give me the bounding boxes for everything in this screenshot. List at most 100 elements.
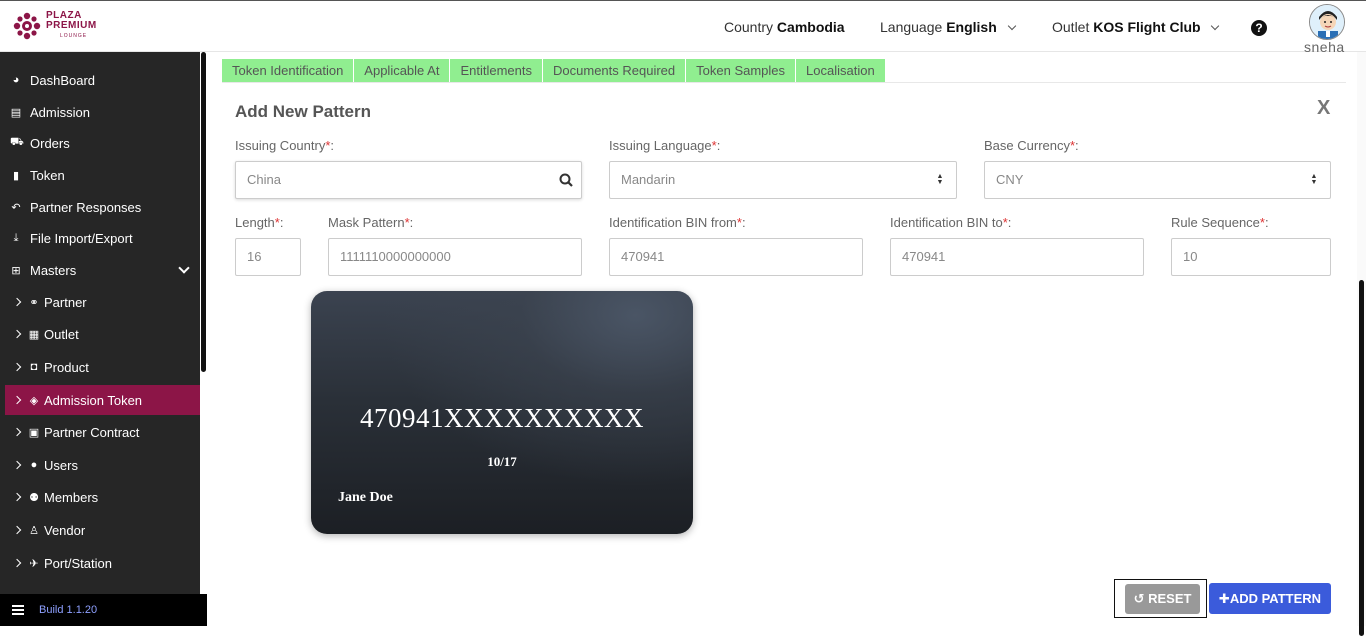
chevron-down-icon <box>178 262 190 274</box>
reset-button[interactable]: ↺ RESET <box>1125 584 1200 614</box>
build-version: Build 1.1.20 <box>39 604 98 616</box>
username[interactable]: sneha <box>1304 39 1345 55</box>
plaza-premium-logo[interactable]: PLAZA PREMIUM LOUNGE <box>12 11 97 41</box>
issuing-country-field[interactable]: China <box>235 161 582 199</box>
label-text: Rule Sequence <box>1171 215 1260 230</box>
sidebar-item-label: Partner Contract <box>44 424 140 440</box>
logo-mark-icon <box>13 12 41 40</box>
building-icon: ▦ <box>28 328 40 341</box>
handshake-icon: ⚭ <box>29 296 39 309</box>
length-input[interactable]: 16 <box>235 238 301 276</box>
bin-from-input[interactable]: 470941 <box>609 238 863 276</box>
label-text: Identification BIN from <box>609 215 737 230</box>
menu-icon[interactable] <box>12 605 24 615</box>
search-icon[interactable] <box>559 173 573 187</box>
outlet-selector[interactable]: Outlet KOS Flight Club <box>1052 19 1220 35</box>
issuing-country-value: China <box>247 172 281 187</box>
sidebar-item-vendor[interactable]: ♙ Vendor <box>0 515 200 545</box>
sidebar-item-label: Partner <box>44 294 87 310</box>
page-title: Add New Pattern <box>235 102 372 121</box>
mask-pattern-input[interactable]: 1111110000000000 <box>328 238 582 276</box>
sidebar-item-token[interactable]: ▮ Token <box>0 160 200 190</box>
tab-entitlements[interactable]: Entitlements <box>450 59 544 83</box>
dashboard-icon: ◕ <box>12 74 20 86</box>
card-preview: 470941XXXXXXXXXX 10/17 Jane Doe <box>311 291 693 534</box>
chevron-right-icon <box>12 460 22 470</box>
sidebar-item-partner-responses[interactable]: ↶ Partner Responses <box>0 192 200 222</box>
sidebar-item-port-station[interactable]: ✈ Port/Station <box>0 548 200 578</box>
chevron-right-icon <box>12 492 22 502</box>
sidebar-item-label: Vendor <box>44 522 86 538</box>
chevron-right-icon <box>12 525 22 535</box>
sidebar-item-masters[interactable]: ⊞ Masters <box>0 255 200 285</box>
language-selector[interactable]: Language English <box>880 19 1016 35</box>
sidebar-item-orders[interactable]: ⛟ Orders <box>0 128 200 158</box>
issuing-language-select[interactable]: Mandarin ▲ ▼ <box>609 161 957 199</box>
sidebar-scrollbar-thumb[interactable] <box>201 52 206 372</box>
chevron-down-icon <box>1007 21 1016 31</box>
logo-line-3: LOUNGE <box>60 33 88 39</box>
sidebar-item-label: Partner Responses <box>30 199 142 215</box>
select-arrows-icon: ▲ ▼ <box>936 173 944 186</box>
download-icon: ⤓ <box>13 231 19 244</box>
sidebar-item-file-import-export[interactable]: ⤓ File Import/Export <box>0 223 200 253</box>
label-text: Mask Pattern <box>328 215 405 230</box>
help-icon[interactable]: ? <box>1251 20 1267 36</box>
rule-sequence-input[interactable]: 10 <box>1171 238 1331 276</box>
sidebar-item-label: File Import/Export <box>30 230 133 246</box>
sidebar-item-label: DashBoard <box>30 72 96 88</box>
label-colon: : <box>716 138 721 153</box>
sidebar-item-label: Members <box>44 489 99 505</box>
gift-icon: ◘ <box>30 361 38 373</box>
sitemap-icon: ⊞ <box>11 264 21 277</box>
user-avatar[interactable] <box>1309 4 1345 40</box>
sidebar-item-partner-contract[interactable]: ▣ Partner Contract <box>0 417 200 447</box>
sidebar-item-label: Admission Token <box>44 392 143 408</box>
sidebar-item-outlet[interactable]: ▦ Outlet <box>0 319 200 349</box>
issuing-country-label: Issuing Country*: <box>235 138 334 153</box>
issuing-language-label: Issuing Language*: <box>609 138 720 153</box>
close-button[interactable]: X <box>1317 97 1330 120</box>
sidebar-footer: Build 1.1.20 <box>0 594 207 626</box>
sidebar-item-users[interactable]: ● Users <box>0 450 200 480</box>
user-icon: ● <box>30 459 38 471</box>
sidebar-scrollbar[interactable] <box>200 52 207 626</box>
reset-button-focus-ring: ↺ RESET <box>1114 579 1207 618</box>
outlet-value: KOS Flight Club <box>1093 19 1201 35</box>
main-scrollbar[interactable] <box>1357 52 1366 636</box>
length-label: Length*: <box>235 215 283 230</box>
sidebar-item-partner[interactable]: ⚭ Partner <box>0 287 200 317</box>
sidebar-item-product[interactable]: ◘ Product <box>0 352 200 382</box>
sidebar-item-label: Users <box>44 457 78 473</box>
sidebar-item-dashboard[interactable]: ◕ DashBoard <box>0 65 200 95</box>
label-colon: : <box>741 215 746 230</box>
sidebar-item-members[interactable]: ⚉ Members <box>0 482 200 512</box>
ticket-icon: ◈ <box>29 394 39 407</box>
main-scrollbar-thumb[interactable] <box>1359 280 1364 636</box>
base-currency-value: CNY <box>996 172 1024 187</box>
sidebar-item-admission[interactable]: ▤ Admission <box>0 97 200 127</box>
tab-token-samples[interactable]: Token Samples <box>686 59 797 83</box>
sidebar-item-label: Masters <box>30 262 77 278</box>
base-currency-select[interactable]: CNY ▲ ▼ <box>984 161 1331 199</box>
logo-line-2: PREMIUM <box>46 20 97 31</box>
chevron-right-icon <box>12 427 22 437</box>
country-label: Country <box>724 19 774 35</box>
sidebar-item-label: Outlet <box>44 326 79 342</box>
sidebar-item-label: Token <box>30 167 65 183</box>
undo-icon: ↺ <box>1133 591 1145 606</box>
add-pattern-button[interactable]: ✚ADD PATTERN <box>1209 583 1331 614</box>
tab-token-identification[interactable]: Token Identification <box>222 59 355 83</box>
sidebar-item-admission-token[interactable]: ◈ Admission Token <box>5 385 200 415</box>
label-text: Base Currency <box>984 138 1070 153</box>
top-bar: PLAZA PREMIUM LOUNGE Country Cambodia La… <box>0 0 1366 55</box>
tab-applicable-at[interactable]: Applicable At <box>354 59 451 83</box>
country-selector[interactable]: Country Cambodia <box>724 19 845 35</box>
briefcase-icon: ▣ <box>28 426 40 439</box>
label-colon: : <box>1007 215 1012 230</box>
bin-to-input[interactable]: 470941 <box>890 238 1144 276</box>
tab-documents-required[interactable]: Documents Required <box>543 59 687 83</box>
label-text: Issuing Country <box>235 138 326 153</box>
tab-localisation[interactable]: Localisation <box>796 59 886 83</box>
chevron-right-icon <box>12 395 22 405</box>
